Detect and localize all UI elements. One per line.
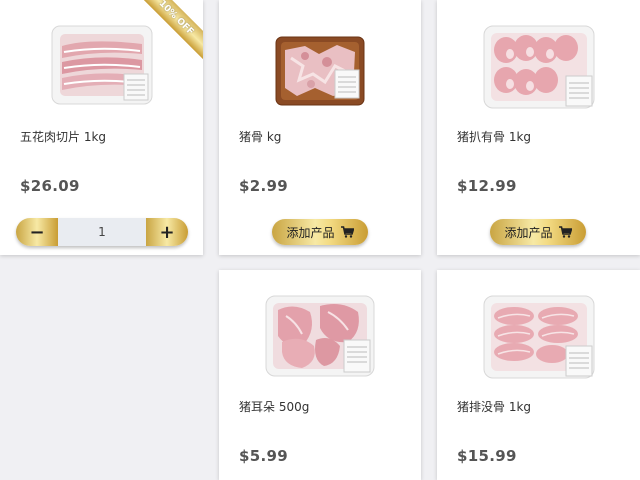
add-to-cart-button[interactable]: 添加产品 <box>490 219 586 245</box>
minus-icon: − <box>29 221 45 243</box>
product-price: $15.99 <box>457 447 517 465</box>
product-name: 猪排没骨 1kg <box>457 400 532 414</box>
product-name: 猪扒有骨 1kg <box>457 130 532 144</box>
product-image <box>275 36 365 106</box>
product-image <box>483 295 594 379</box>
cart-icon <box>558 226 572 238</box>
increase-button[interactable]: + <box>146 218 188 246</box>
product-price: $5.99 <box>239 447 288 465</box>
product-price: $26.09 <box>20 177 80 195</box>
cart-icon <box>340 226 354 238</box>
add-to-cart-button[interactable]: 添加产品 <box>272 219 368 245</box>
decrease-button[interactable]: − <box>16 218 58 246</box>
product-image <box>483 25 594 109</box>
product-price: $2.99 <box>239 177 288 195</box>
product-card[interactable]: 10% OFF 五花肉切片 1kg $26.09 − 1 + <box>0 0 203 255</box>
product-card[interactable]: 猪耳朵 500g $5.99 <box>219 270 421 480</box>
product-card[interactable]: 猪骨 kg $2.99 添加产品 <box>219 0 421 255</box>
add-to-cart-label: 添加产品 <box>504 225 553 240</box>
product-image <box>265 295 375 377</box>
product-name: 猪耳朵 500g <box>239 400 310 414</box>
product-price: $12.99 <box>457 177 517 195</box>
product-image <box>51 25 152 105</box>
product-name: 猪骨 kg <box>239 130 282 144</box>
add-to-cart-label: 添加产品 <box>286 225 335 240</box>
quantity-value[interactable]: 1 <box>58 218 146 246</box>
plus-icon: + <box>159 221 175 243</box>
product-card[interactable]: 猪排没骨 1kg $15.99 <box>437 270 640 480</box>
product-name: 五花肉切片 1kg <box>20 130 107 144</box>
product-card[interactable]: 猪扒有骨 1kg $12.99 添加产品 <box>437 0 640 255</box>
quantity-stepper: − 1 + <box>16 218 188 246</box>
